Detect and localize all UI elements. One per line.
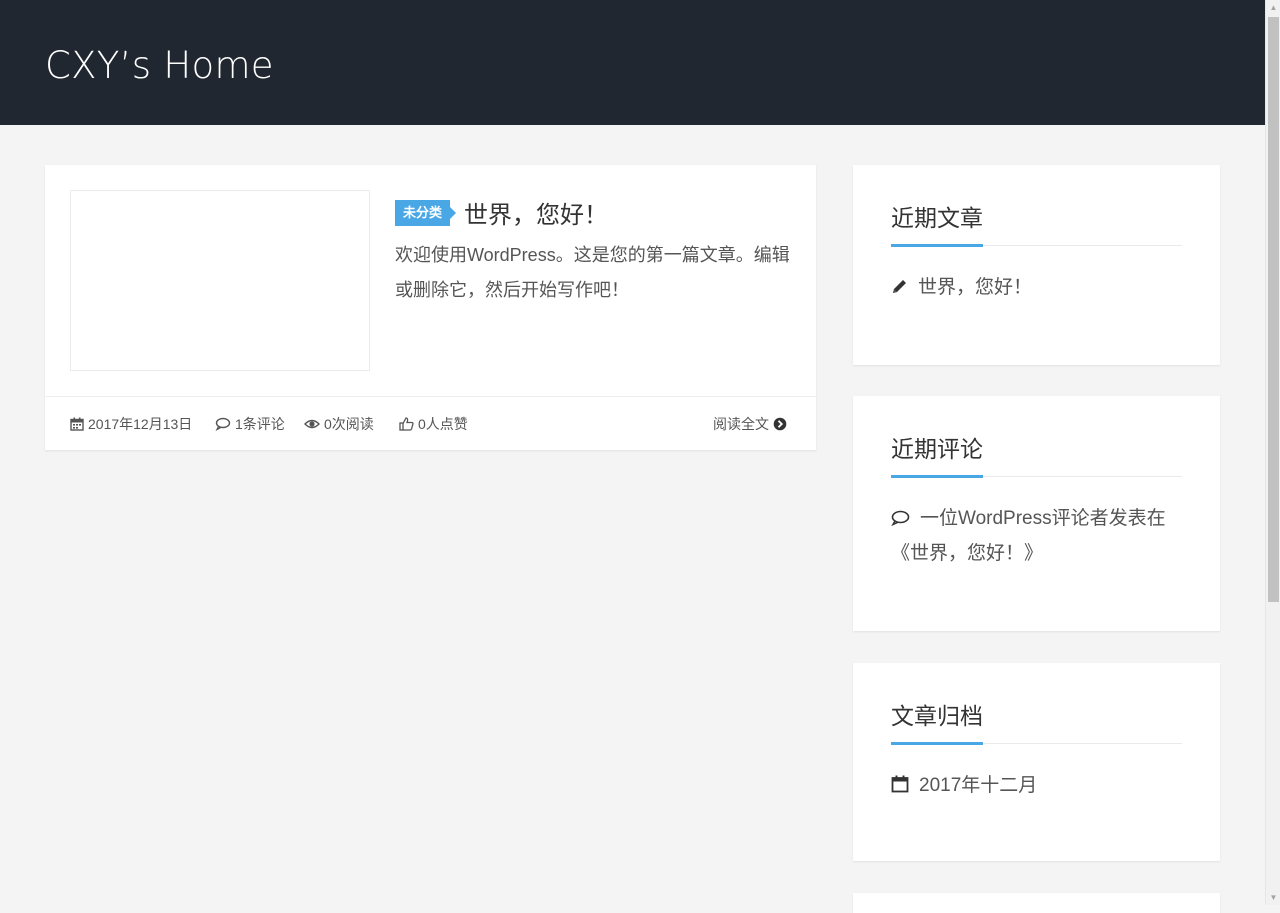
widget-title-wrap: 近期评论 <box>891 428 1182 478</box>
widget-title-wrap: 文章归档 <box>891 695 1182 745</box>
widget-recent-comments: 近期评论 一位WordPress评论者发表在《世界，您好！》 <box>853 396 1220 631</box>
list-item[interactable]: 世界，您好！ <box>891 270 1186 305</box>
post-date: 2017年12月13日 <box>70 397 192 451</box>
chevron-circle-right-icon[interactable] <box>773 417 787 431</box>
pencil-icon <box>893 280 906 293</box>
widget-body: 世界，您好！ <box>891 270 1186 305</box>
post-card: 未分类 世界，您好！ 欢迎使用WordPress。这是您的第一篇文章。编辑或删除… <box>45 165 816 450</box>
recent-post-link[interactable]: 世界，您好！ <box>918 277 1032 298</box>
post-thumbnail[interactable] <box>70 190 370 371</box>
read-more-link[interactable]: 阅读全文 <box>713 397 787 451</box>
post-header: 未分类 世界，您好！ <box>395 195 608 230</box>
thumbs-up-icon <box>399 417 414 431</box>
archive-link[interactable]: 2017年十二月 <box>919 775 1037 796</box>
widget-next-partial <box>853 893 1220 913</box>
scroll-down-arrow-icon[interactable]: ▼ <box>1266 890 1280 905</box>
widget-recent-posts: 近期文章 世界，您好！ <box>853 165 1220 365</box>
post-views-text: 0次阅读 <box>324 416 374 432</box>
scroll-thumb[interactable] <box>1268 17 1279 602</box>
post-views: 0次阅读 <box>304 397 374 451</box>
widget-title-wrap: 近期文章 <box>891 197 1182 247</box>
list-item[interactable]: 一位WordPress评论者发表在《世界，您好！》 <box>891 501 1186 571</box>
post-excerpt: 欢迎使用WordPress。这是您的第一篇文章。编辑或删除它，然后开始写作吧！ <box>395 245 790 300</box>
widget-title: 文章归档 <box>891 696 983 745</box>
calendar-icon <box>891 775 909 793</box>
post-likes[interactable]: 0人点赞 <box>399 397 468 451</box>
comment-icon <box>891 510 910 527</box>
post-comments-text[interactable]: 1条评论 <box>235 414 285 434</box>
recent-comment-link[interactable]: 一位WordPress评论者发表在《世界，您好！》 <box>891 508 1166 564</box>
post-date-text: 2017年12月13日 <box>88 416 193 432</box>
post-likes-text[interactable]: 0人点赞 <box>418 414 468 434</box>
calendar-icon <box>70 417 84 431</box>
comment-icon <box>215 417 231 431</box>
post-comments[interactable]: 1条评论 <box>215 397 285 451</box>
site-title[interactable]: CXY’s Home <box>45 44 274 87</box>
site-header: CXY’s Home <box>0 0 1265 125</box>
scroll-up-arrow-icon[interactable]: ▲ <box>1266 0 1280 15</box>
read-more-text[interactable]: 阅读全文 <box>713 414 769 434</box>
list-item[interactable]: 2017年十二月 <box>891 768 1186 803</box>
eye-icon <box>304 419 320 429</box>
widget-body: 一位WordPress评论者发表在《世界，您好！》 <box>891 501 1186 571</box>
post-title[interactable]: 世界，您好！ <box>464 195 608 230</box>
post-meta-bar: 2017年12月13日 1条评论 0次阅读 0人点赞 阅读全文 <box>45 396 816 450</box>
page-scrollbar[interactable]: ▲ ▼ <box>1265 0 1280 905</box>
widget-archives: 文章归档 2017年十二月 <box>853 663 1220 861</box>
widget-title: 近期文章 <box>891 198 983 247</box>
widget-body: 2017年十二月 <box>891 768 1186 803</box>
category-badge[interactable]: 未分类 <box>395 199 457 226</box>
widget-title: 近期评论 <box>891 429 983 478</box>
